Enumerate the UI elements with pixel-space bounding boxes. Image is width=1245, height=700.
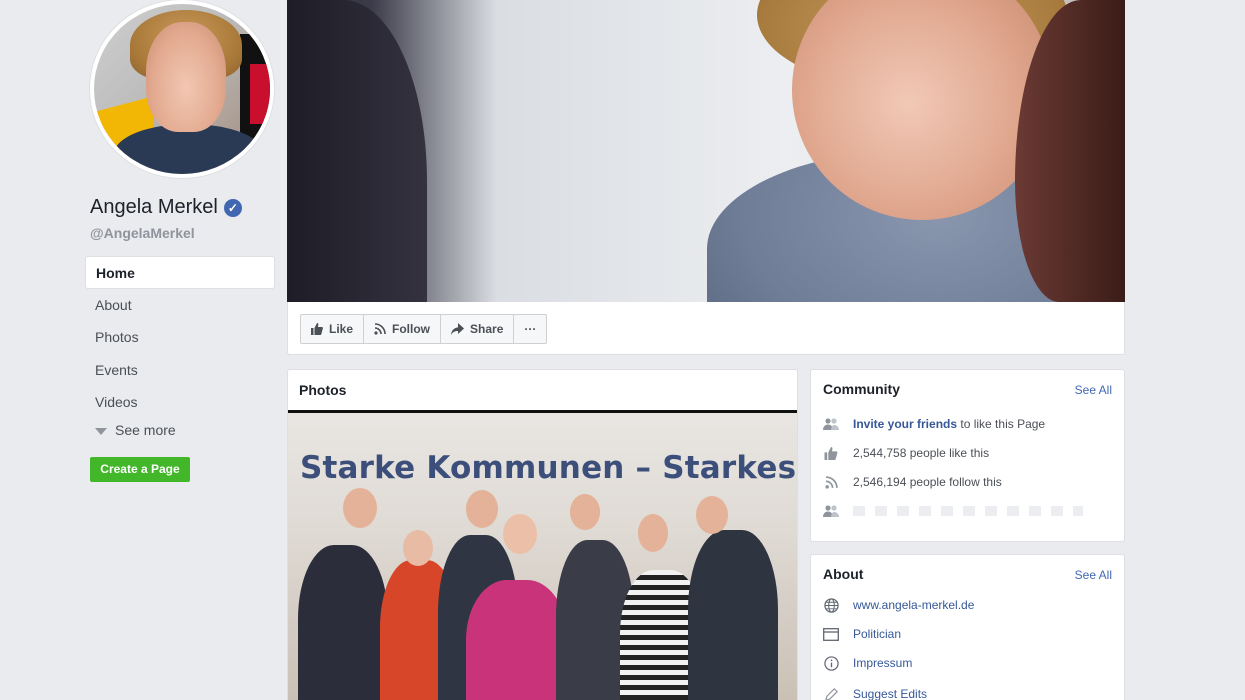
page-name-text[interactable]: Angela Merkel xyxy=(90,196,218,219)
photos-title[interactable]: Photos xyxy=(299,382,346,398)
invite-rest-text: to like this Page xyxy=(960,417,1046,431)
about-see-all-link[interactable]: See All xyxy=(1075,568,1112,582)
share-arrow-icon xyxy=(451,323,465,335)
person-head-shape xyxy=(343,488,377,528)
likes-row: 2,544,758 people like this xyxy=(823,445,989,461)
thumbs-up-icon xyxy=(823,445,839,461)
like-label: Like xyxy=(329,322,354,336)
group-photo[interactable]: Starke Kommunen – Starkes De xyxy=(288,410,797,700)
verified-badge-icon: ✓ xyxy=(223,198,242,217)
person-shape xyxy=(298,545,388,700)
community-section: Community See All Invite your friends to… xyxy=(810,369,1125,542)
friends-icon xyxy=(823,416,839,432)
nav-item-photos[interactable]: Photos xyxy=(85,321,275,354)
see-more-label: See more xyxy=(115,422,176,438)
friends-like-row xyxy=(823,503,1083,519)
impressum-row: Impressum xyxy=(823,655,912,671)
profile-picture[interactable] xyxy=(90,0,274,178)
nav-item-videos[interactable]: Videos xyxy=(85,386,275,419)
avatar xyxy=(90,0,274,178)
caret-down-icon xyxy=(95,427,107,435)
nav-item-events[interactable]: Events xyxy=(85,354,275,387)
website-row: www.angela-merkel.de xyxy=(823,597,974,613)
person-head-shape xyxy=(570,494,600,530)
person-head-shape xyxy=(466,490,498,528)
share-button[interactable]: Share xyxy=(440,314,515,344)
follow-button[interactable]: Follow xyxy=(363,314,442,344)
page-actions: Like Follow Share ··· xyxy=(300,314,548,344)
person-head-shape xyxy=(696,496,728,534)
face-shape xyxy=(146,22,226,132)
category-row: Politician xyxy=(823,626,901,642)
flag-red-shape xyxy=(250,64,270,124)
community-title: Community xyxy=(823,381,900,397)
suggest-edits-row: Suggest Edits xyxy=(823,686,927,700)
more-options-button[interactable]: ··· xyxy=(513,314,548,344)
follows-row: 2,546,194 people follow this xyxy=(823,474,1002,490)
see-more-link[interactable]: See more xyxy=(95,422,176,438)
info-icon xyxy=(823,655,839,671)
community-see-all-link[interactable]: See All xyxy=(1075,383,1112,397)
nav-item-about[interactable]: About xyxy=(85,289,275,322)
rss-icon xyxy=(374,323,386,335)
person-head-shape xyxy=(503,514,537,554)
photo-top-border xyxy=(288,410,797,413)
follow-label: Follow xyxy=(392,322,431,336)
photos-section: Photos Starke Kommunen – Starkes De xyxy=(287,369,798,700)
action-bar: Like Follow Share ··· xyxy=(287,302,1125,355)
globe-icon xyxy=(823,597,839,613)
suggest-edits-link[interactable]: Suggest Edits xyxy=(853,687,927,700)
category-flag-icon xyxy=(823,626,839,642)
jacket-shape xyxy=(114,124,264,174)
page-title[interactable]: Angela Merkel ✓ xyxy=(90,196,242,219)
invite-friends-link[interactable]: Invite your friends xyxy=(853,417,957,431)
left-nav: Home About Photos Events Videos xyxy=(85,256,275,419)
impressum-link[interactable]: Impressum xyxy=(853,656,912,670)
person-shape xyxy=(466,580,568,700)
likes-count-text: 2,544,758 people like this xyxy=(853,446,990,460)
nav-item-home[interactable]: Home xyxy=(85,256,275,289)
redacted-text-placeholder xyxy=(853,506,1083,516)
about-title: About xyxy=(823,566,864,582)
ellipsis-icon: ··· xyxy=(524,322,537,336)
friends-icon xyxy=(823,503,839,519)
like-button[interactable]: Like xyxy=(300,314,365,344)
cover-photo[interactable] xyxy=(287,0,1125,302)
person-shape xyxy=(688,530,778,700)
person-head-shape xyxy=(403,530,433,566)
cover-dark-shape xyxy=(287,0,427,302)
website-link[interactable]: www.angela-merkel.de xyxy=(853,598,974,612)
share-label: Share xyxy=(470,322,504,336)
photo-banner-text: Starke Kommunen – Starkes De xyxy=(300,450,797,486)
invite-text: Invite your friends to like this Page xyxy=(853,417,1045,431)
thumbs-up-icon xyxy=(311,323,323,335)
about-section: About See All www.angela-merkel.de Polit… xyxy=(810,554,1125,700)
rss-icon xyxy=(823,474,839,490)
create-page-button[interactable]: Create a Page xyxy=(90,457,190,482)
category-link[interactable]: Politician xyxy=(853,627,901,641)
page-handle[interactable]: @AngelaMerkel xyxy=(90,225,195,241)
person-head-shape xyxy=(638,514,668,552)
invite-friends-row: Invite your friends to like this Page xyxy=(823,416,1045,432)
follows-count-text: 2,546,194 people follow this xyxy=(853,475,1002,489)
pencil-icon xyxy=(823,686,839,700)
